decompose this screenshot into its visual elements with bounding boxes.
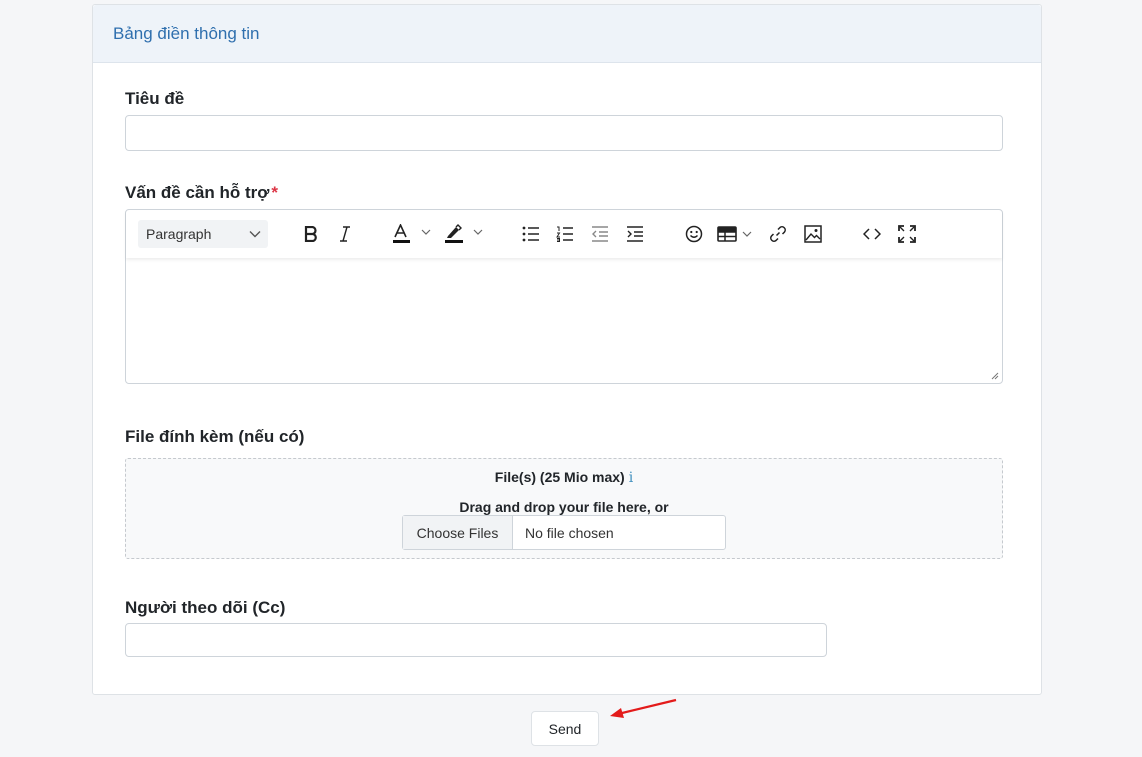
indent-icon xyxy=(627,226,643,242)
bold-button[interactable] xyxy=(302,220,320,248)
fullscreen-button[interactable] xyxy=(897,220,917,248)
indent-button[interactable] xyxy=(625,220,645,248)
outdent-icon xyxy=(592,226,608,242)
issue-label: Vấn đề cần hỗ trợ * xyxy=(125,183,278,203)
support-form-card: Bảng điền thông tin Tiêu đề Vấn đề cần h… xyxy=(92,4,1042,695)
editor-content-area[interactable] xyxy=(126,258,1002,382)
numbered-list-button[interactable] xyxy=(555,220,575,248)
paragraph-format-value: Paragraph xyxy=(146,226,212,242)
numbered-list-icon xyxy=(556,226,573,242)
chevron-down-icon xyxy=(249,231,261,238)
annotation-arrow-icon xyxy=(610,698,677,718)
subject-input[interactable] xyxy=(125,115,1003,151)
cc-input[interactable] xyxy=(125,623,827,657)
font-color-button[interactable] xyxy=(392,220,438,248)
bold-icon xyxy=(304,226,317,242)
paragraph-format-select[interactable]: Paragraph xyxy=(138,220,268,248)
required-mark: * xyxy=(271,183,278,202)
link-icon xyxy=(770,226,786,242)
font-color-icon xyxy=(393,224,431,243)
emoji-icon xyxy=(685,225,703,243)
bulleted-list-button[interactable] xyxy=(521,220,541,248)
file-status: No file chosen xyxy=(525,524,614,541)
form-title: Bảng điền thông tin xyxy=(113,23,260,43)
table-icon xyxy=(717,226,752,242)
choose-files-button[interactable]: Choose Files xyxy=(403,516,513,549)
info-icon[interactable]: i xyxy=(629,470,633,486)
cc-label: Người theo dõi (Cc) xyxy=(125,598,286,617)
bulleted-list-icon xyxy=(522,226,539,242)
file-input[interactable]: Choose Files No file chosen xyxy=(402,515,726,550)
send-button[interactable]: Send xyxy=(531,711,599,746)
highlight-button[interactable] xyxy=(444,220,490,248)
dropzone-title-text: File(s) (25 Mio max) xyxy=(494,469,625,485)
image-icon xyxy=(804,225,822,243)
source-code-button[interactable] xyxy=(862,220,882,248)
attachment-label: File đính kèm (nếu có) xyxy=(125,427,305,446)
outdent-button[interactable] xyxy=(590,220,610,248)
editor-toolbar: Paragraph xyxy=(126,210,1002,258)
file-dropzone[interactable]: File(s) (25 Mio max) i Drag and drop your… xyxy=(125,458,1003,559)
dropzone-title: File(s) (25 Mio max) i xyxy=(126,469,1002,486)
emoji-button[interactable] xyxy=(684,220,704,248)
italic-icon xyxy=(340,226,350,242)
rich-text-editor: Paragraph xyxy=(125,209,1003,384)
subject-label: Tiêu đề xyxy=(125,89,185,108)
source-code-icon xyxy=(863,228,881,240)
dropzone-hint: Drag and drop your file here, or xyxy=(459,499,669,515)
issue-label-text: Vấn đề cần hỗ trợ xyxy=(125,183,270,202)
resize-handle-icon[interactable] xyxy=(990,371,999,380)
italic-button[interactable] xyxy=(336,220,354,248)
image-button[interactable] xyxy=(803,220,823,248)
card-header: Bảng điền thông tin xyxy=(93,5,1041,63)
fullscreen-icon xyxy=(898,225,916,243)
link-button[interactable] xyxy=(768,220,788,248)
table-button[interactable] xyxy=(717,220,755,248)
highlight-icon xyxy=(445,224,483,243)
